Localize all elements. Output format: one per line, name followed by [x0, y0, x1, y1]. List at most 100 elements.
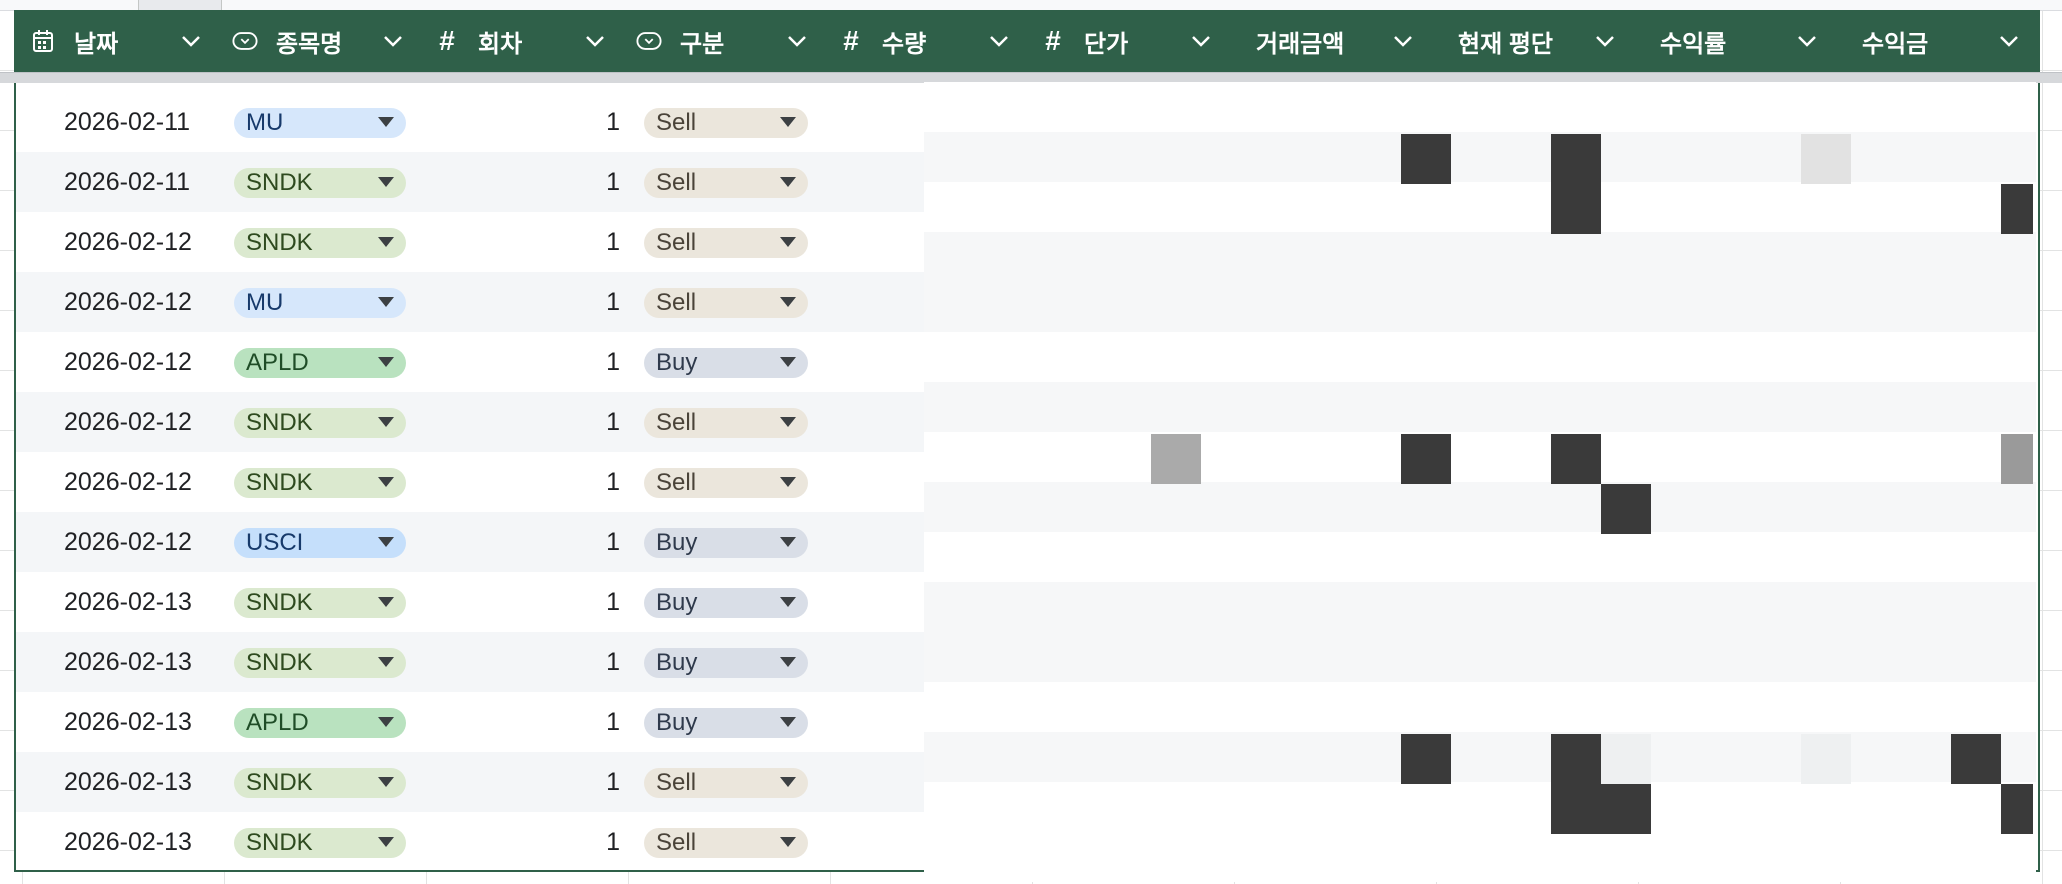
date-cell[interactable]: 2026-02-12: [64, 392, 192, 452]
table-row[interactable]: 2026-02-13 SNDK 1 Sell: [16, 752, 2038, 812]
ticker-chip[interactable]: SNDK: [234, 648, 406, 678]
date-cell[interactable]: 2026-02-12: [64, 452, 192, 512]
kind-chip[interactable]: Sell: [644, 168, 808, 198]
date-cell[interactable]: 2026-02-13: [64, 752, 192, 812]
round-cell[interactable]: 1: [576, 212, 620, 272]
date-cell[interactable]: 2026-02-12: [64, 212, 192, 272]
kind-chip[interactable]: Sell: [644, 828, 808, 858]
ticker-chip[interactable]: SNDK: [234, 408, 406, 438]
table-row[interactable]: 2026-02-13 SNDK 1 Buy: [16, 572, 2038, 632]
round-cell[interactable]: 1: [576, 752, 620, 812]
dropdown-arrow-icon[interactable]: [780, 537, 796, 547]
table-row[interactable]: 2026-02-12 SNDK 1 Sell: [16, 452, 2038, 512]
dropdown-arrow-icon[interactable]: [378, 837, 394, 847]
dropdown-arrow-icon[interactable]: [780, 777, 796, 787]
table-row[interactable]: 2026-02-12 USCI 1 Buy: [16, 512, 2038, 572]
round-cell[interactable]: 1: [576, 812, 620, 872]
column-header-round[interactable]: # 회차: [418, 10, 620, 72]
chevron-down-icon[interactable]: [1392, 30, 1414, 52]
dropdown-arrow-icon[interactable]: [378, 357, 394, 367]
chevron-down-icon[interactable]: [1998, 30, 2020, 52]
dropdown-arrow-icon[interactable]: [780, 477, 796, 487]
dropdown-arrow-icon[interactable]: [378, 597, 394, 607]
date-cell[interactable]: 2026-02-13: [64, 692, 192, 752]
date-cell[interactable]: 2026-02-13: [64, 812, 192, 872]
date-cell[interactable]: 2026-02-12: [64, 272, 192, 332]
ticker-chip[interactable]: MU: [234, 108, 406, 138]
kind-chip[interactable]: Sell: [644, 108, 808, 138]
round-cell[interactable]: 1: [576, 332, 620, 392]
dropdown-arrow-icon[interactable]: [780, 417, 796, 427]
kind-chip[interactable]: Sell: [644, 408, 808, 438]
table-row[interactable]: 2026-02-11 SNDK 1 Sell: [16, 152, 2038, 212]
ticker-chip[interactable]: SNDK: [234, 168, 406, 198]
column-header-unit-price[interactable]: # 단가: [1024, 10, 1226, 72]
column-header-profit[interactable]: 수익금: [1832, 10, 2034, 72]
column-header-ticker[interactable]: 종목명: [216, 10, 418, 72]
dropdown-arrow-icon[interactable]: [378, 537, 394, 547]
dropdown-arrow-icon[interactable]: [378, 777, 394, 787]
kind-chip[interactable]: Buy: [644, 348, 808, 378]
ticker-chip[interactable]: SNDK: [234, 768, 406, 798]
dropdown-arrow-icon[interactable]: [780, 237, 796, 247]
table-row[interactable]: 2026-02-12 SNDK 1 Sell: [16, 392, 2038, 452]
round-cell[interactable]: 1: [576, 152, 620, 212]
round-cell[interactable]: 1: [576, 92, 620, 152]
round-cell[interactable]: 1: [576, 452, 620, 512]
column-header-quantity[interactable]: # 수량: [822, 10, 1024, 72]
column-header-date[interactable]: 날짜: [14, 10, 216, 72]
column-header-kind[interactable]: 구분: [620, 10, 822, 72]
ticker-chip[interactable]: APLD: [234, 348, 406, 378]
dropdown-arrow-icon[interactable]: [378, 477, 394, 487]
chevron-down-icon[interactable]: [988, 30, 1010, 52]
dropdown-arrow-icon[interactable]: [780, 657, 796, 667]
dropdown-arrow-icon[interactable]: [780, 357, 796, 367]
round-cell[interactable]: 1: [576, 512, 620, 572]
ticker-chip[interactable]: SNDK: [234, 228, 406, 258]
kind-chip[interactable]: Buy: [644, 708, 808, 738]
table-row[interactable]: 2026-02-11 MU 1 Sell: [16, 92, 2038, 152]
kind-chip[interactable]: Buy: [644, 588, 808, 618]
dropdown-arrow-icon[interactable]: [780, 837, 796, 847]
dropdown-arrow-icon[interactable]: [780, 177, 796, 187]
ticker-chip[interactable]: SNDK: [234, 588, 406, 618]
ticker-chip[interactable]: APLD: [234, 708, 406, 738]
column-header-trade-amount[interactable]: 거래금액: [1226, 10, 1428, 72]
ticker-chip[interactable]: USCI: [234, 528, 406, 558]
chevron-down-icon[interactable]: [1190, 30, 1212, 52]
table-row[interactable]: 2026-02-12 MU 1 Sell: [16, 272, 2038, 332]
chevron-down-icon[interactable]: [1796, 30, 1818, 52]
dropdown-arrow-icon[interactable]: [378, 237, 394, 247]
column-header-avg-price[interactable]: 현재 평단: [1428, 10, 1630, 72]
kind-chip[interactable]: Sell: [644, 768, 808, 798]
dropdown-arrow-icon[interactable]: [780, 717, 796, 727]
round-cell[interactable]: 1: [576, 392, 620, 452]
chevron-down-icon[interactable]: [1594, 30, 1616, 52]
table-row[interactable]: 2026-02-12 APLD 1 Buy: [16, 332, 2038, 392]
table-row[interactable]: 2026-02-13 SNDK 1 Buy: [16, 632, 2038, 692]
date-cell[interactable]: 2026-02-12: [64, 512, 192, 572]
ticker-chip[interactable]: SNDK: [234, 468, 406, 498]
ticker-chip[interactable]: SNDK: [234, 828, 406, 858]
table-row[interactable]: 2026-02-12 SNDK 1 Sell: [16, 212, 2038, 272]
kind-chip[interactable]: Sell: [644, 228, 808, 258]
chevron-down-icon[interactable]: [584, 30, 606, 52]
dropdown-arrow-icon[interactable]: [780, 297, 796, 307]
ticker-chip[interactable]: MU: [234, 288, 406, 318]
dropdown-arrow-icon[interactable]: [378, 297, 394, 307]
column-header-return-rate[interactable]: 수익률: [1630, 10, 1832, 72]
chevron-down-icon[interactable]: [786, 30, 808, 52]
kind-chip[interactable]: Sell: [644, 288, 808, 318]
kind-chip[interactable]: Sell: [644, 468, 808, 498]
chevron-down-icon[interactable]: [382, 30, 404, 52]
round-cell[interactable]: 1: [576, 272, 620, 332]
kind-chip[interactable]: Buy: [644, 528, 808, 558]
round-cell[interactable]: 1: [576, 572, 620, 632]
dropdown-arrow-icon[interactable]: [780, 117, 796, 127]
table-row[interactable]: 2026-02-13 SNDK 1 Sell: [16, 812, 2038, 872]
dropdown-arrow-icon[interactable]: [378, 717, 394, 727]
dropdown-arrow-icon[interactable]: [378, 117, 394, 127]
dropdown-arrow-icon[interactable]: [378, 417, 394, 427]
round-cell[interactable]: 1: [576, 632, 620, 692]
date-cell[interactable]: 2026-02-11: [64, 152, 190, 212]
